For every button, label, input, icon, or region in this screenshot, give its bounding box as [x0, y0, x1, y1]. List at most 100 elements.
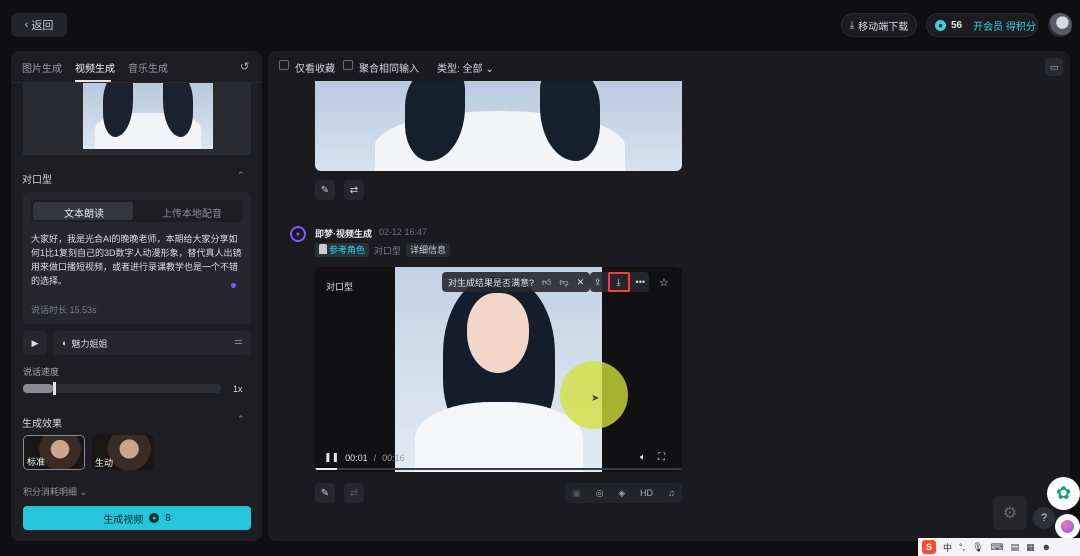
- tab-text-read[interactable]: 文本朗读: [64, 205, 104, 220]
- frame-icon[interactable]: ▣: [572, 488, 581, 499]
- chevron-up-icon[interactable]: ⌃: [237, 170, 245, 181]
- sogou-icon[interactable]: S: [922, 540, 936, 554]
- regenerate-icon[interactable]: ⇄: [344, 180, 364, 200]
- assistant-icon[interactable]: [1055, 514, 1080, 539]
- share-icon[interactable]: ⇪: [594, 277, 602, 288]
- pause-icon[interactable]: ❚❚: [324, 452, 339, 463]
- download-icon: ⤓: [849, 19, 855, 31]
- volume-icon[interactable]: 🔈︎: [640, 452, 646, 463]
- video-progress-fill: [315, 468, 338, 470]
- voice-selector[interactable]: ◖ 魅力姐姐 ⚌: [53, 331, 251, 355]
- satisfaction-survey: 对生成结果是否满意? 👍︎ 👎︎ ✕: [442, 272, 591, 292]
- mobile-download-button[interactable]: ⤓ 移动端下载: [841, 13, 917, 37]
- speed-slider-thumb[interactable]: [52, 382, 56, 395]
- microphone-icon[interactable]: 🎙︎: [972, 542, 983, 553]
- refresh-icon[interactable]: ↺: [240, 60, 249, 73]
- effect-standard-label: 标准: [27, 457, 46, 467]
- active-tab-indicator: [75, 80, 111, 82]
- download-icon[interactable]: ⤓: [607, 272, 630, 292]
- coin-icon: ●: [935, 19, 946, 31]
- generation-time: 02-12 16:47: [379, 227, 428, 237]
- close-icon[interactable]: ✕: [577, 277, 585, 288]
- points-detail-toggle[interactable]: 积分消耗明细 ⌄: [23, 485, 87, 498]
- video-tools-bar: ▣ ◎ ◈ HD ♫: [565, 483, 682, 503]
- chevron-up-icon[interactable]: ⌃: [237, 414, 245, 425]
- avatar[interactable]: [1048, 13, 1072, 37]
- back-label: 返回: [31, 20, 54, 32]
- coin-icon: ●: [149, 513, 160, 523]
- shirt-icon[interactable]: ▤: [1011, 542, 1020, 553]
- left-panel: 图片生成 视频生成 音乐生成 ↺ 对口型 ⌃ 文本朗读 上传本地配音 大家好，我…: [11, 51, 262, 541]
- member-link[interactable]: 开会员 得积分: [973, 18, 1036, 33]
- filter-bar: 仅看收藏 聚合相同输入 类型: 全部 ⌄ ▭: [268, 51, 1070, 81]
- ime-punctuation[interactable]: °,: [959, 542, 965, 552]
- video-progress-bar[interactable]: [315, 468, 682, 470]
- help-icon[interactable]: ?: [1033, 507, 1055, 529]
- favorites-filter-label[interactable]: 仅看收藏: [295, 60, 335, 75]
- points-detail-label: 积分消耗明细: [23, 487, 78, 497]
- edit-icon[interactable]: ✎: [315, 180, 335, 200]
- settings-sliders-icon[interactable]: ⚌: [234, 336, 243, 347]
- status-dot: [231, 283, 236, 288]
- dreamina-logo-icon: ✦: [290, 226, 306, 242]
- ime-toolbar: S 中 °, 🎙︎ ⌨ ▤ ▦ ☻: [918, 538, 1080, 556]
- chatgpt-icon[interactable]: ✿: [1047, 477, 1080, 510]
- generate-video-button[interactable]: 生成视频 ● 8: [23, 506, 251, 530]
- play-voice-button[interactable]: ▶: [23, 331, 47, 355]
- player-right-controls: 🔈︎ ⛶: [640, 452, 665, 463]
- speed-slider[interactable]: [23, 382, 221, 395]
- grid-icon[interactable]: ▦: [1026, 542, 1035, 553]
- keyboard-icon[interactable]: ⌨: [991, 542, 1004, 553]
- details-button[interactable]: 详细信息: [406, 243, 451, 257]
- hd-button[interactable]: HD: [640, 488, 653, 498]
- more-icon[interactable]: •••: [636, 277, 645, 287]
- group-inputs-label[interactable]: 聚合相同输入: [359, 60, 419, 75]
- tab-upload-audio[interactable]: 上传本地配音: [162, 205, 222, 220]
- type-filter-dropdown[interactable]: 类型: 全部 ⌄: [437, 60, 494, 75]
- lip-icon[interactable]: ◎: [596, 488, 604, 499]
- effect-standard[interactable]: 标准: [23, 435, 85, 470]
- reference-image-area[interactable]: [23, 83, 251, 155]
- mobile-download-label: 移动端下载: [858, 21, 909, 33]
- regenerate-icon: ⇄: [344, 483, 364, 503]
- interpolate-icon[interactable]: ◈: [618, 488, 625, 499]
- effect-title: 生成效果: [22, 419, 62, 430]
- reference-role-tag[interactable]: 参考角色: [315, 243, 370, 257]
- points-pill[interactable]: ● 56 开会员 得积分: [926, 13, 1038, 37]
- back-button[interactable]: ‹ 返回: [11, 13, 67, 37]
- fullscreen-icon[interactable]: ⛶: [658, 452, 665, 463]
- face-icon[interactable]: ☻: [1042, 542, 1051, 552]
- group-inputs-checkbox[interactable]: [343, 60, 353, 70]
- previous-result-image[interactable]: [315, 81, 682, 171]
- type-filter-label: 类型: 全部: [437, 64, 483, 75]
- generate-label: 生成视频: [103, 514, 144, 526]
- script-textarea[interactable]: 大家好，我是光合AI的晚晚老师，本期给大家分享如何1比1复刻自己的3D数字人动漫…: [31, 232, 243, 288]
- generation-tabs: 图片生成 视频生成 音乐生成 ↺: [11, 51, 262, 83]
- survey-question: 对生成结果是否满意?: [448, 277, 535, 288]
- generation-source: 即梦·视频生成: [315, 229, 372, 239]
- script-box: 文本朗读 上传本地配音 大家好，我是光合AI的晚晚老师，本期给大家分享如何1比1…: [23, 192, 251, 324]
- edit-icon[interactable]: ✎: [315, 483, 335, 503]
- mouse-cursor-icon: ➤: [591, 393, 600, 404]
- robot-watermark-icon: ⚙: [993, 496, 1027, 530]
- tab-video[interactable]: 视频生成: [75, 60, 115, 75]
- favorite-star-icon[interactable]: ☆: [659, 276, 669, 289]
- reference-image: [83, 83, 213, 149]
- tab-music[interactable]: 音乐生成: [128, 60, 168, 75]
- effect-vivid[interactable]: 生动: [92, 435, 154, 470]
- ime-chinese-mode[interactable]: 中: [943, 541, 952, 554]
- favorites-checkbox[interactable]: [279, 60, 289, 70]
- save-icon[interactable]: ▭: [1045, 58, 1063, 76]
- script-mode-switch: 文本朗读 上传本地配音: [31, 200, 243, 222]
- speech-duration: 说话时长 15.53s: [31, 305, 97, 315]
- video-player[interactable]: 对口型 对生成结果是否满意? 👍︎ 👎︎ ✕ ⇪ ⤓ ••• ☆ ➤ ❚❚ 00…: [315, 267, 682, 472]
- speed-value: 1x: [233, 384, 243, 394]
- chevron-left-icon: ‹: [24, 19, 29, 31]
- tab-image[interactable]: 图片生成: [22, 60, 62, 75]
- music-icon[interactable]: ♫: [668, 488, 675, 498]
- main-panel: 仅看收藏 聚合相同输入 类型: 全部 ⌄ ▭ ✎ ⇄ ✦ 即梦·视频生成 02-…: [268, 51, 1070, 541]
- points-count: 56: [951, 19, 963, 31]
- thumbs-down-icon[interactable]: 👎︎: [559, 277, 568, 288]
- thumbs-up-icon[interactable]: 👍︎: [542, 277, 551, 288]
- speed-label: 说话速度: [23, 367, 60, 377]
